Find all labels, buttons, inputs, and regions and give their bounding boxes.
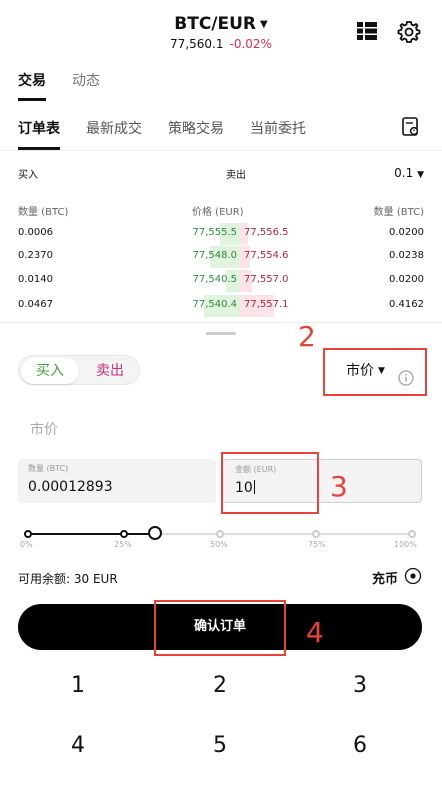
ask-qty: 0.4162 xyxy=(389,299,424,310)
orderbook-sell-label: 卖出 xyxy=(226,170,246,181)
drag-handle[interactable] xyxy=(206,332,236,335)
tab-trade[interactable]: 交易 xyxy=(18,70,46,101)
sell-toggle-button[interactable]: 卖出 xyxy=(81,358,139,384)
slider-stop[interactable] xyxy=(216,530,224,538)
precision-value: 0.1 xyxy=(394,166,414,180)
col-qty-sell: 数量 (BTC) xyxy=(373,207,424,218)
last-price: 77,560.1 xyxy=(170,37,224,51)
ask-price: 77,556.5 xyxy=(244,227,289,238)
deposit-link[interactable]: 充币 xyxy=(372,568,398,587)
keypad-key[interactable]: 5 xyxy=(190,733,250,763)
ask-price: 77,557.1 xyxy=(244,299,289,310)
available-label: 可用余额: xyxy=(18,572,71,586)
slider-fill xyxy=(28,533,155,535)
annotation-box-amount xyxy=(221,452,319,514)
bid-price: 77,555.5 xyxy=(192,227,237,238)
bid-qty: 0.0467 xyxy=(18,299,53,310)
slider-stop[interactable] xyxy=(312,530,320,538)
annotation-box-order-type xyxy=(323,348,427,396)
side-toggle: 买入 卖出 xyxy=(18,355,140,385)
ask-qty: 0.0200 xyxy=(389,274,424,285)
header: BTC/EUR ▼ 77,560.1 -0.02% xyxy=(0,0,442,62)
caret-down-icon: ▼ xyxy=(417,170,424,180)
orderbook-row[interactable]: 0.0140 77,540.5 77,557.0 0.0200 xyxy=(18,270,424,292)
available-value: 30 EUR xyxy=(73,572,118,586)
slider-tick: 25% xyxy=(114,540,132,549)
available-balance: 可用余额: 30 EUR xyxy=(18,570,118,587)
price-placeholder: 市价 xyxy=(30,422,58,438)
slider-stop[interactable] xyxy=(120,530,128,538)
orderbook-row[interactable]: 0.0467 77,540.4 77,557.1 0.4162 xyxy=(18,295,424,317)
slider-tick: 0% xyxy=(20,540,33,549)
tab-recent-trades[interactable]: 最新成交 xyxy=(86,118,142,150)
tab-orderbook[interactable]: 订单表 xyxy=(18,118,60,150)
bid-price: 77,540.4 xyxy=(192,299,237,310)
tab-strategy[interactable]: 策略交易 xyxy=(168,118,224,150)
slider-thumb[interactable] xyxy=(147,526,162,540)
quantity-input[interactable]: 数量 (BTC) 0.00012893 xyxy=(18,459,216,503)
keypad-key[interactable]: 3 xyxy=(330,673,390,703)
keypad-key[interactable]: 4 xyxy=(48,733,108,763)
slider-tick: 100% xyxy=(394,540,417,549)
ask-price: 77,557.0 xyxy=(244,274,289,285)
precision-selector[interactable]: 0.1 ▼ xyxy=(394,166,424,180)
orderbook-row[interactable]: 0.2370 77,548.0 77,554.6 0.0238 xyxy=(18,246,424,268)
annotation-number: 3 xyxy=(330,470,348,503)
quantity-value: 0.00012893 xyxy=(28,479,113,495)
annotation-box-confirm xyxy=(154,600,286,656)
sub-tabs: 订单表 最新成交 策略交易 当前委托 xyxy=(18,118,306,150)
keypad-key[interactable]: 6 xyxy=(330,733,390,763)
ask-price: 77,554.6 xyxy=(244,250,289,261)
caret-down-icon: ▼ xyxy=(260,19,268,30)
price-input[interactable]: 市价 xyxy=(18,409,424,447)
col-price: 价格 (EUR) xyxy=(192,207,244,218)
slider-tick: 75% xyxy=(308,540,326,549)
tab-open-orders[interactable]: 当前委托 xyxy=(250,118,306,150)
bid-price: 77,548.0 xyxy=(192,250,237,261)
keypad-key[interactable]: 1 xyxy=(48,673,108,703)
top-tabs: 交易 动态 xyxy=(18,70,100,101)
grid-icon[interactable] xyxy=(357,22,377,44)
slider-stop[interactable] xyxy=(24,530,32,538)
panel-divider xyxy=(0,322,442,323)
ask-qty: 0.0238 xyxy=(389,250,424,261)
bid-qty: 0.0140 xyxy=(18,274,53,285)
annotation-number: 2 xyxy=(298,320,316,353)
slider-stop[interactable] xyxy=(408,530,416,538)
buy-toggle-button[interactable]: 买入 xyxy=(21,358,79,384)
bid-qty: 0.0006 xyxy=(18,227,53,238)
orderbook-row[interactable]: 0.0006 77,555.5 77,556.5 0.0200 xyxy=(18,223,424,245)
col-qty: 数量 (BTC) xyxy=(18,207,69,218)
price-change: -0.02% xyxy=(229,37,272,51)
ask-qty: 0.0200 xyxy=(389,227,424,238)
keypad-key[interactable]: 2 xyxy=(190,673,250,703)
slider-tick: 50% xyxy=(210,540,228,549)
percent-slider[interactable] xyxy=(24,526,416,541)
gear-icon[interactable] xyxy=(397,20,421,48)
quantity-label: 数量 (BTC) xyxy=(28,464,69,473)
tabs-divider xyxy=(0,150,442,151)
bid-qty: 0.2370 xyxy=(18,250,53,261)
document-icon[interactable] xyxy=(402,117,420,141)
transfer-icon[interactable] xyxy=(404,567,422,589)
bid-price: 77,540.5 xyxy=(192,274,237,285)
tab-feed[interactable]: 动态 xyxy=(72,70,100,101)
orderbook-buy-label: 买入 xyxy=(18,170,38,181)
pair-name: BTC/EUR xyxy=(174,14,257,34)
annotation-number: 4 xyxy=(306,616,324,649)
